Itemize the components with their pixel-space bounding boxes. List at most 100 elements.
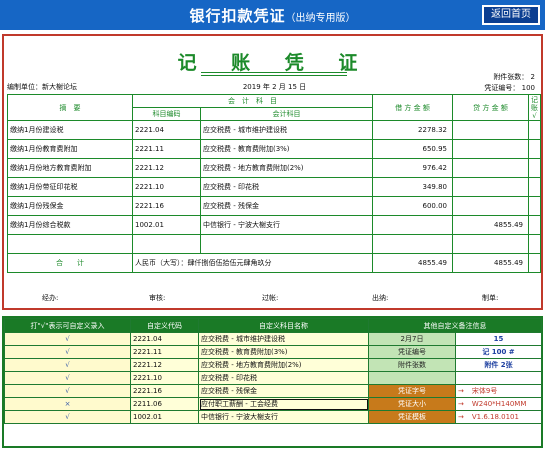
- row-debit: 650.95: [372, 139, 453, 159]
- remark-value[interactable]: → W240*H140MM: [455, 397, 542, 411]
- custom-code-cell[interactable]: 2221.11: [130, 345, 199, 359]
- custom-code-cell[interactable]: 2221.10: [130, 371, 199, 385]
- custom-name-cell[interactable]: 应交税费 - 残保金: [198, 384, 369, 398]
- row-credit: [452, 158, 529, 178]
- remark-value[interactable]: 附件 2张: [455, 358, 542, 372]
- total-mark: [528, 253, 541, 273]
- custom-code-cell[interactable]: 1002.01: [130, 410, 199, 424]
- custom-code-cell[interactable]: 2221.04: [130, 332, 199, 346]
- custom-row: √ 2221.12 应交税费 - 地方教育费附加(2%) 附件张数 附件 2张: [4, 358, 542, 372]
- custom-name-cell[interactable]: 应交税费 - 地方教育费附加(2%): [198, 358, 369, 372]
- title-bar: 银行扣款凭证（出纳专用版） 返回首页: [0, 0, 545, 30]
- remark-value[interactable]: → V1.6.18.0101: [455, 410, 542, 424]
- voucher-row: 缴纳1月份地方教育费附加 2221.12 应交税费 - 地方教育费附加(2%) 976…: [7, 158, 541, 178]
- custom-mark-cell[interactable]: √: [4, 345, 131, 359]
- voucher-title: 记 账 凭 证: [177, 52, 372, 74]
- custom-row: √ 2221.16 应交税费 - 残保金 凭证字号 → 宋体9号: [4, 384, 542, 398]
- row-debit: 2278.32: [372, 120, 453, 140]
- remark-value-text: V1.6.18.0101: [471, 413, 519, 421]
- voucher-date: 2019 年 2 月 15 日: [242, 83, 307, 91]
- sig-review: 审核:: [149, 294, 166, 302]
- title-underline-2: [201, 75, 347, 76]
- custom-mark-cell[interactable]: √: [4, 384, 131, 398]
- row-mark: [528, 215, 541, 235]
- page-title: 银行扣款凭证（出纳专用版）: [189, 7, 356, 25]
- col-credit: 贷 方 金 额: [452, 94, 529, 121]
- arrow-icon: →: [458, 413, 464, 421]
- custom-row: √ 2221.11 应交税费 - 教育费附加(3%) 凭证编号记 100 #: [4, 345, 542, 359]
- custom-mark-cell[interactable]: ×: [4, 397, 131, 411]
- custom-col-mark: 打"√"表示可自定义录入: [4, 318, 131, 333]
- remark-key: 2月7日: [368, 332, 456, 346]
- row-mark: [528, 158, 541, 178]
- total-label: 合 计: [7, 253, 133, 273]
- arrow-icon: →: [458, 400, 464, 408]
- col-mark: 记账√: [528, 94, 541, 121]
- title-underline: [201, 72, 347, 73]
- total-text: 人民币（大写）：肆仟捌佰伍拾伍元肆角玖分: [132, 253, 373, 273]
- row-code: 2221.11: [132, 139, 201, 159]
- custom-name-cell[interactable]: 中信银行 - 宁波大榭支行: [198, 410, 369, 424]
- custom-row: √ 1002.01 中信银行 - 宁波大榭支行 凭证模板 → V1.6.18.0101: [4, 410, 542, 424]
- arrow-icon: →: [458, 387, 464, 395]
- row-summary: 缴纳1月份带征印花税: [7, 177, 133, 197]
- row-mark: [528, 234, 541, 254]
- voucher-table: 摘 要 会 计 科 目 借 方 金 额 贷 方 金 额 记账√ 科目编码 会计科…: [7, 94, 541, 273]
- row-debit: [372, 215, 453, 235]
- row-code: 2221.10: [132, 177, 201, 197]
- row-mark: [528, 177, 541, 197]
- custom-table: 打"√"表示可自定义录入 自定义代码 自定义科目名称 其他自定义备注信息 √ 22…: [4, 318, 542, 424]
- custom-row: √ 2221.04 应交税费 - 城市维护建设税 2月7日 15: [4, 332, 542, 346]
- custom-col-name: 自定义科目名称: [198, 318, 369, 333]
- col-debit: 借 方 金 额: [372, 94, 453, 121]
- sig-post: 过帐:: [262, 294, 279, 302]
- custom-col-remarks: 其他自定义备注信息: [368, 318, 542, 333]
- remark-key: [368, 371, 456, 385]
- sig-manager: 经办:: [42, 294, 59, 302]
- remark-value-text: W240*H140MM: [471, 400, 527, 408]
- custom-mark-cell[interactable]: √: [4, 332, 131, 346]
- total-debit: 4855.49: [372, 253, 453, 273]
- attachment-count: 附件张数： 2: [493, 73, 535, 81]
- custom-mark-cell[interactable]: √: [4, 410, 131, 424]
- custom-code-cell[interactable]: 2221.12: [130, 358, 199, 372]
- return-home-button[interactable]: 返回首页: [482, 5, 540, 25]
- row-credit: [452, 177, 529, 197]
- row-subject: 应交税费 - 城市维护建设税: [200, 120, 373, 140]
- custom-mark-cell[interactable]: √: [4, 371, 131, 385]
- custom-row: × 2211.06 应付职工薪酬 - 工会经费 凭证大小 → W240*H140MM: [4, 397, 542, 411]
- col-summary: 摘 要: [7, 94, 133, 121]
- row-mark: [528, 196, 541, 216]
- voucher-row: 缴纳1月份综合税款 1002.01 中信银行 - 宁波大榭支行 4855.49: [7, 215, 541, 235]
- custom-name-cell[interactable]: 应交税费 - 教育费附加(3%): [198, 345, 369, 359]
- sig-maker: 制单:: [482, 294, 499, 302]
- col-code: 科目编码: [132, 107, 201, 121]
- row-code: 2221.12: [132, 158, 201, 178]
- voucher-row: 缴纳1月份残保金 2221.16 应交税费 - 残保金 600.00: [7, 196, 541, 216]
- row-debit: 976.42: [372, 158, 453, 178]
- row-subject: 应交税费 - 地方教育费附加(2%): [200, 158, 373, 178]
- remark-value[interactable]: 15: [455, 332, 542, 346]
- row-debit: [372, 234, 453, 254]
- row-code: 1002.01: [132, 215, 201, 235]
- remark-value[interactable]: → 宋体9号: [455, 384, 542, 398]
- row-mark: [528, 139, 541, 159]
- voucher-row: 缴纳1月份带征印花税 2221.10 应交税费 - 印花税 349.80: [7, 177, 541, 197]
- total-credit: 4855.49: [452, 253, 529, 273]
- row-subject: 应交税费 - 教育费附加(3%): [200, 139, 373, 159]
- custom-name-cell[interactable]: 应交税费 - 印花税: [198, 371, 369, 385]
- custom-mark-cell[interactable]: √: [4, 358, 131, 372]
- row-code: 2221.04: [132, 120, 201, 140]
- row-summary: 缴纳1月份综合税款: [7, 215, 133, 235]
- row-subject: 应交税费 - 印花税: [200, 177, 373, 197]
- remark-key: 凭证字号: [368, 384, 456, 398]
- custom-code-cell[interactable]: 2211.06: [130, 397, 199, 411]
- page-subtitle: （出纳专用版）: [285, 13, 356, 24]
- row-credit: [452, 196, 529, 216]
- remark-value[interactable]: 记 100 #: [455, 345, 542, 359]
- remark-key: 凭证模板: [368, 410, 456, 424]
- custom-name-cell[interactable]: 应交税费 - 城市维护建设税: [198, 332, 369, 346]
- custom-name-cell[interactable]: 应付职工薪酬 - 工会经费: [198, 397, 369, 411]
- custom-code-cell[interactable]: 2221.16: [130, 384, 199, 398]
- remark-value[interactable]: [455, 371, 542, 385]
